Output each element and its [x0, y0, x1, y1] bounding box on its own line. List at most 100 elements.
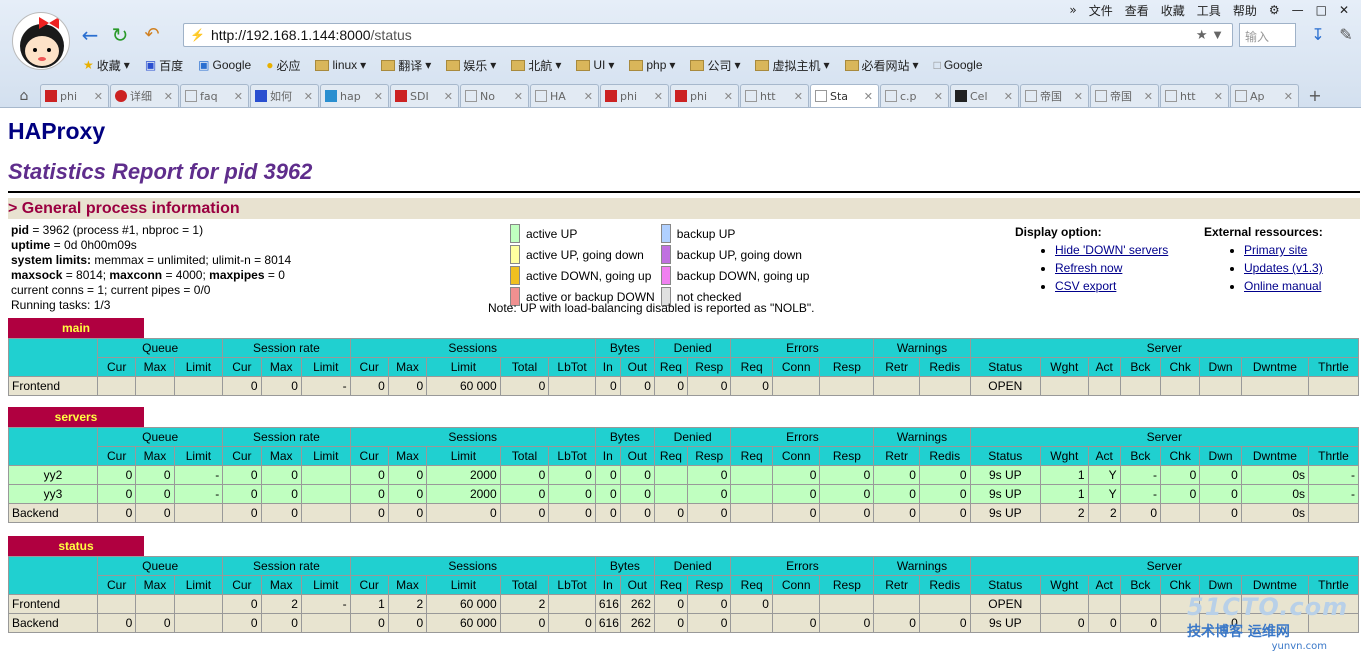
tab-close-icon[interactable]: ✕ — [654, 90, 663, 103]
hide-down-link[interactable]: Hide 'DOWN' servers — [1055, 243, 1168, 257]
bookmark-folder-ui[interactable]: UI ▾ — [571, 58, 619, 72]
status-cell: OPEN — [969, 594, 1041, 614]
tab-13[interactable]: Cel ✕ — [950, 84, 1019, 107]
avatar[interactable] — [12, 12, 70, 70]
tab-close-icon[interactable]: ✕ — [1004, 90, 1013, 103]
menu-view[interactable]: 查看 — [1119, 2, 1155, 19]
column-header: Cur — [222, 357, 262, 377]
undo-icon[interactable]: ↶ — [140, 24, 164, 46]
menu-favorites[interactable]: 收藏 — [1155, 2, 1191, 19]
back-arrow-icon[interactable]: ← — [78, 24, 102, 46]
tab-close-icon[interactable]: ✕ — [1214, 90, 1223, 103]
menu-help[interactable]: 帮助 — [1227, 2, 1263, 19]
csv-export-link[interactable]: CSV export — [1055, 279, 1116, 293]
online-manual-link[interactable]: Online manual — [1244, 279, 1321, 293]
bookmark-folder-php[interactable]: php ▾ — [624, 58, 680, 72]
proxy-name-label[interactable]: main — [8, 318, 144, 338]
tab-0[interactable]: phi ✕ — [40, 84, 109, 107]
menu-tools[interactable]: 工具 — [1191, 2, 1227, 19]
maximize-icon[interactable]: □ — [1310, 3, 1333, 17]
column-header: Out — [619, 357, 655, 377]
tab-1[interactable]: 详细 ✕ — [110, 84, 179, 107]
bookmark-google-2[interactable]: □ Google — [929, 58, 988, 72]
tab-close-icon[interactable]: ✕ — [374, 90, 383, 103]
tab-close-icon[interactable]: ✕ — [94, 90, 103, 103]
tab-close-icon[interactable]: ✕ — [304, 90, 313, 103]
bookmark-google[interactable]: ▣ Google — [193, 58, 256, 72]
menu-more[interactable]: » — [1063, 3, 1082, 17]
tab-2[interactable]: faq ✕ — [180, 84, 249, 107]
home-icon[interactable]: ⌂ — [8, 84, 40, 107]
tab-7[interactable]: HA ✕ — [530, 84, 599, 107]
updates-link[interactable]: Updates (v1.3) — [1244, 261, 1323, 275]
tab-11-active[interactable]: Sta ✕ — [810, 84, 879, 107]
bookmark-bing[interactable]: ● 必应 — [261, 57, 305, 74]
shirt-icon[interactable]: ⚙ — [1263, 3, 1286, 17]
address-bar[interactable]: ⚡ http://192.168.1.144:8000 /status ★ ▼ — [183, 23, 1233, 47]
row-name-cell: Backend — [7, 613, 99, 633]
new-tab-icon[interactable]: + — [1300, 84, 1330, 107]
tools-icon[interactable]: ✎ — [1334, 24, 1358, 46]
bookmark-folder-vhost[interactable]: 虚拟主机 ▾ — [750, 57, 834, 74]
section-heading: > General process information — [8, 198, 1360, 219]
tab-4[interactable]: hap ✕ — [320, 84, 389, 107]
column-header: Redis — [918, 446, 971, 466]
tab-close-icon[interactable]: ✕ — [724, 90, 733, 103]
bookmark-folder-must-see[interactable]: 必看网站 ▾ — [840, 57, 924, 74]
tab-close-icon[interactable]: ✕ — [794, 90, 803, 103]
url-tools-icon[interactable]: ★ ▼ — [1196, 27, 1232, 43]
tab-close-icon[interactable]: ✕ — [514, 90, 523, 103]
tab-favicon — [955, 90, 967, 102]
table-cell: 2000 — [426, 465, 501, 485]
group-header: Denied — [653, 338, 732, 358]
avatar-cartoon-icon — [20, 17, 64, 68]
table-cell: 0 — [499, 484, 550, 504]
tab-close-icon[interactable]: ✕ — [1144, 90, 1153, 103]
folder-icon — [844, 59, 859, 71]
tab-close-icon[interactable]: ✕ — [934, 90, 943, 103]
refresh-icon[interactable]: ↻ — [108, 24, 132, 46]
tab-close-icon[interactable]: ✕ — [584, 90, 593, 103]
table-cell — [300, 465, 351, 485]
table-cell: 0s — [1240, 503, 1310, 523]
minimize-icon[interactable]: — — [1286, 3, 1310, 17]
tab-close-icon[interactable]: ✕ — [864, 90, 873, 103]
table-cell — [771, 594, 821, 614]
bookmark-folder-buaa[interactable]: 北航 ▾ — [506, 57, 566, 74]
tab-5[interactable]: SDI ✕ — [390, 84, 459, 107]
tab-16[interactable]: htt ✕ — [1160, 84, 1229, 107]
tab-close-icon[interactable]: ✕ — [234, 90, 243, 103]
search-input[interactable]: 输入 — [1239, 23, 1296, 47]
tab-10[interactable]: htt ✕ — [740, 84, 809, 107]
tab-9[interactable]: phi ✕ — [670, 84, 739, 107]
download-icon[interactable]: ↧ — [1306, 24, 1330, 46]
table-cell: 0 — [1119, 503, 1162, 523]
group-header: Server — [969, 427, 1360, 447]
tab-15[interactable]: 帝国 ✕ — [1090, 84, 1159, 107]
refresh-link[interactable]: Refresh now — [1055, 261, 1122, 275]
primary-site-link[interactable]: Primary site — [1244, 243, 1307, 257]
bookmark-baidu[interactable]: ▣ 百度 — [140, 57, 188, 74]
tab-12[interactable]: c.p ✕ — [880, 84, 949, 107]
tab-3[interactable]: 如何 ✕ — [250, 84, 319, 107]
tab-close-icon[interactable]: ✕ — [444, 90, 453, 103]
close-icon[interactable]: ✕ — [1333, 3, 1355, 17]
tab-17[interactable]: Ap ✕ — [1230, 84, 1299, 107]
bookmark-favorites[interactable]: ★ 收藏 ▾ — [78, 57, 135, 74]
bookmark-folder-linux[interactable]: linux ▾ — [310, 58, 371, 72]
tab-close-icon[interactable]: ✕ — [164, 90, 173, 103]
table-cell: 0 — [594, 465, 621, 485]
tab-14[interactable]: 帝国 ✕ — [1020, 84, 1089, 107]
bookmark-folder-company[interactable]: 公司 ▾ — [685, 57, 745, 74]
star-icon: ★ — [83, 58, 94, 72]
tab-6[interactable]: No ✕ — [460, 84, 529, 107]
proxy-stats-table: Queue Session rate Sessions Bytes Denied Erro… — [7, 556, 1360, 633]
tab-close-icon[interactable]: ✕ — [1074, 90, 1083, 103]
proxy-name-label[interactable]: servers — [8, 407, 144, 427]
bookmark-folder-entertainment[interactable]: 娱乐 ▾ — [441, 57, 501, 74]
bookmark-folder-translate[interactable]: 翻译 ▾ — [376, 57, 436, 74]
menu-file[interactable]: 文件 — [1083, 2, 1119, 19]
tab-8[interactable]: phi ✕ — [600, 84, 669, 107]
tab-close-icon[interactable]: ✕ — [1284, 90, 1293, 103]
proxy-name-label[interactable]: status — [8, 536, 144, 556]
